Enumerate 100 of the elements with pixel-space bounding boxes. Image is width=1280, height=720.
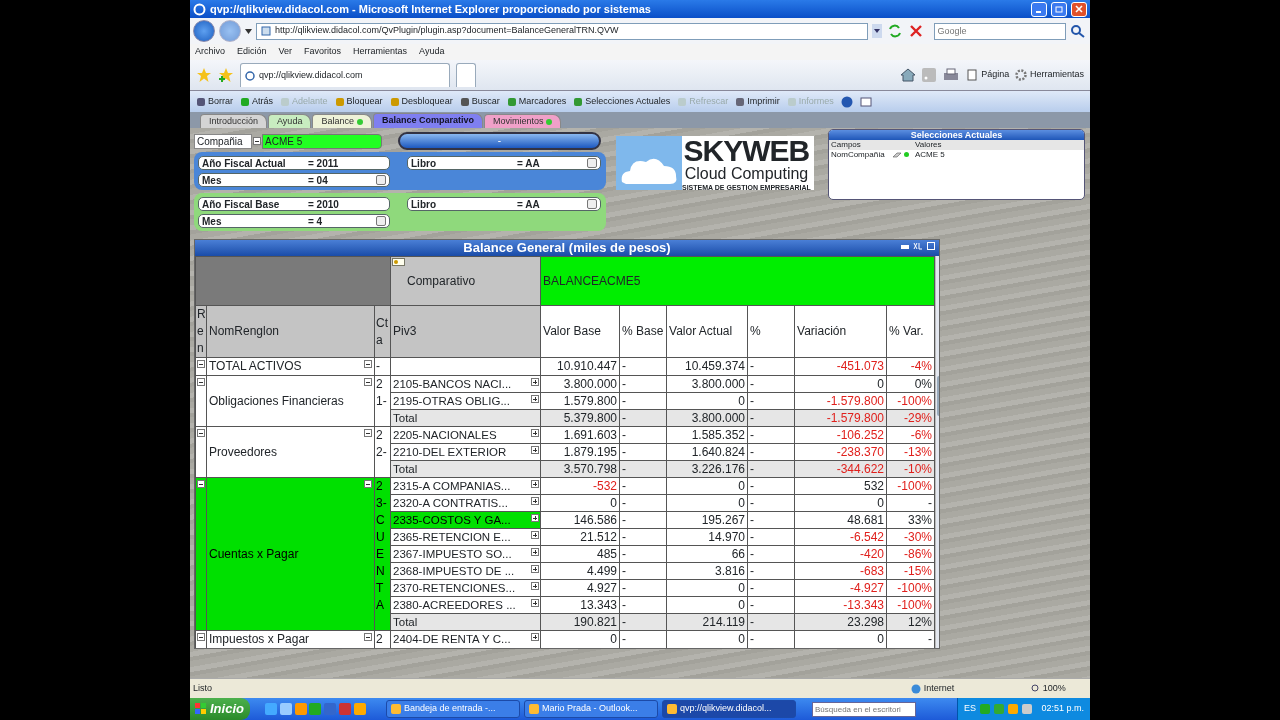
toolbar-button[interactable]: Buscar — [459, 94, 500, 109]
table-cell: 13.343 — [540, 596, 620, 614]
sheet-tab[interactable]: Introducción — [200, 114, 268, 128]
table-cell: -86% — [886, 545, 935, 563]
table-cell[interactable]: 2205-NACIONALES — [390, 426, 541, 444]
sheet-tab[interactable]: Movimientos — [483, 114, 562, 128]
expand-icon[interactable] — [531, 633, 540, 641]
table-cell[interactable]: 2105-BANCOS NACI... — [390, 375, 541, 393]
filter-field[interactable]: Mes = 04 — [198, 173, 390, 187]
maximize-icon[interactable] — [927, 242, 935, 250]
sheet-tab[interactable]: Ayuda — [268, 114, 312, 128]
table-cell: - — [619, 426, 667, 444]
selected-value[interactable]: ACME 5 — [262, 133, 382, 149]
minimize-button[interactable] — [1031, 1, 1047, 17]
taskbar-button[interactable]: Mario Prada - Outlook... — [524, 700, 658, 718]
command-button[interactable]: Herramientas — [1015, 68, 1084, 82]
collapse-icon[interactable] — [364, 480, 372, 488]
toolbar-button[interactable]: Imprimir — [735, 94, 780, 109]
toolbar-button[interactable]: Atrás — [240, 94, 274, 109]
table-cell[interactable]: 2365-RETENCION E... — [390, 528, 541, 546]
table-cell[interactable]: 2368-IMPUESTO DE ... — [390, 562, 541, 580]
search-field[interactable]: Google — [933, 22, 1066, 40]
pivot-icon[interactable] — [392, 258, 406, 266]
dropdown-icon[interactable] — [872, 24, 882, 38]
toolbar-button[interactable]: Selecciones Actuales — [573, 94, 671, 109]
dropdown-icon[interactable] — [245, 28, 252, 34]
star-icon[interactable] — [196, 67, 212, 83]
table-cell[interactable]: 2210-DEL EXTERIOR — [390, 443, 541, 461]
collapse-icon[interactable] — [364, 429, 372, 437]
toolbar-button[interactable]: Desbloquear — [389, 94, 453, 109]
toolbar-button[interactable]: Marcadores — [506, 94, 567, 109]
search-field[interactable]: Búsqueda en el escritori — [812, 701, 916, 717]
table-cell: 195.267 — [666, 511, 748, 529]
dropdown-icon[interactable] — [253, 137, 261, 145]
filter-field[interactable]: Mes = 4 — [198, 214, 390, 228]
table-cell-text: ACME 5 — [915, 150, 946, 160]
table-cell[interactable]: 2315-A COMPANIAS... — [390, 477, 541, 495]
back-button[interactable] — [193, 20, 215, 42]
taskbar-button[interactable]: qvp://qlikview.didacol... — [662, 700, 796, 718]
sheet-tab[interactable]: Balance — [312, 114, 372, 128]
sheet-tab[interactable]: Balance Comparativo — [372, 113, 483, 128]
menu-item[interactable]: Archivo — [195, 45, 225, 59]
tab-title: qvp://qlikview.didacol.com — [259, 68, 363, 82]
collapse-icon[interactable] — [197, 429, 205, 437]
menu-item[interactable]: Favoritos — [304, 45, 342, 59]
home-icon[interactable] — [900, 68, 917, 82]
excel-icon[interactable] — [913, 242, 923, 250]
app-icon[interactable] — [279, 703, 292, 715]
collapse-icon[interactable] — [364, 378, 372, 386]
table-cell: 0 — [666, 579, 748, 597]
table-cell: -683 — [794, 562, 887, 580]
collapse-icon[interactable] — [197, 480, 205, 488]
column-header: Variación — [794, 305, 887, 358]
table-cell[interactable]: 2195-OTRAS OBLIG... — [390, 392, 541, 410]
filter-field[interactable]: Libro = AA — [407, 156, 601, 170]
command-button[interactable]: Página — [966, 68, 1010, 82]
maximize-button[interactable] — [1051, 1, 1067, 17]
menu-item[interactable]: Ver — [278, 45, 293, 59]
table-cell: - — [747, 528, 795, 546]
menu-item[interactable]: Edición — [237, 45, 267, 59]
column-header: NomRenglon — [206, 305, 375, 358]
table-cell[interactable]: 2380-ACREEDORES ... — [390, 596, 541, 614]
table-cell[interactable]: 2404-DE RENTA Y C... — [390, 630, 541, 648]
column-header: Campos — [831, 140, 862, 150]
stop-icon[interactable] — [908, 23, 924, 39]
collapse-icon[interactable] — [197, 378, 205, 386]
column-header: % — [747, 305, 795, 358]
table-cell[interactable]: 2370-RETENCIONES... — [390, 579, 541, 597]
table-cell: 1.691.603 — [540, 426, 620, 444]
table-cell[interactable]: 2320-A CONTRATIS... — [390, 494, 541, 512]
close-button[interactable] — [1071, 1, 1087, 17]
toolbar-button[interactable]: Borrar — [196, 94, 233, 109]
collapse-icon[interactable] — [364, 360, 372, 368]
search-icon[interactable] — [1069, 24, 1086, 38]
browser-tab[interactable]: qvp://qlikview.didacol.com — [240, 63, 450, 87]
collapse-icon[interactable] — [197, 633, 205, 641]
table-cell: 146.586 — [540, 511, 620, 529]
filter-field[interactable]: Libro = AA — [407, 197, 601, 211]
zoom-button[interactable]: 100% — [1031, 681, 1087, 696]
language-indicator[interactable]: ES — [963, 702, 976, 716]
collapse-icon[interactable] — [364, 633, 372, 641]
table-cell: - — [619, 357, 667, 376]
table-cell: - — [747, 392, 795, 410]
address-field[interactable]: http://qlikview.didacol.com/QvPlugin/plugin.asp?document=BalanceGeneralTRN.QVW — [256, 22, 868, 40]
toolbar-button[interactable]: Bloquear — [334, 94, 383, 109]
filter-field[interactable]: Año Fiscal Actual = 2011 — [198, 156, 390, 170]
menu-item[interactable]: Ayuda — [419, 45, 445, 59]
taskbar-button[interactable]: Bandeja de entrada -... — [386, 700, 520, 718]
scrollbar[interactable] — [935, 256, 939, 648]
menu-item[interactable]: Herramientas — [353, 45, 408, 59]
menu-icon[interactable] — [859, 95, 872, 108]
action-button[interactable]: - — [398, 132, 601, 150]
table-cell[interactable]: 2367-IMPUESTO SO... — [390, 545, 541, 563]
table-cell: -532 — [540, 477, 620, 495]
collapse-icon[interactable] — [197, 360, 205, 368]
table-cell: - — [619, 596, 667, 614]
table-cell: -100% — [886, 392, 935, 410]
column-header: Valor Base — [540, 305, 620, 358]
add-favorite-icon[interactable] — [218, 67, 234, 83]
filter-field[interactable]: Año Fiscal Base = 2010 — [198, 197, 390, 211]
